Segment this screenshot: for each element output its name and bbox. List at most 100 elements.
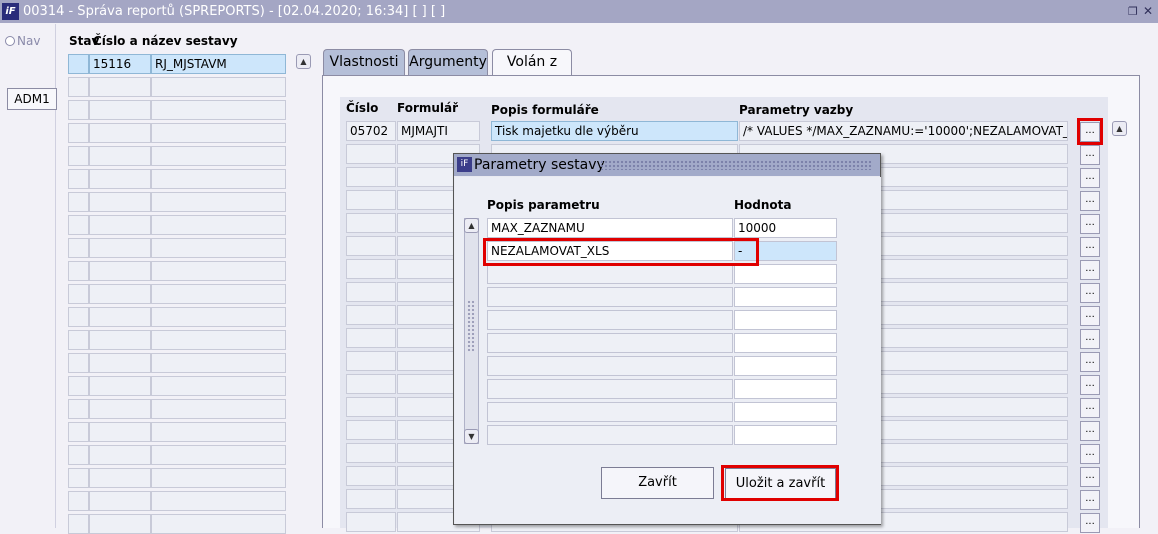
dots-button[interactable]: ...: [1080, 467, 1100, 487]
form-cislo-cell[interactable]: [346, 466, 396, 486]
dots-button[interactable]: ...: [1080, 444, 1100, 464]
form-cislo-cell[interactable]: [346, 443, 396, 463]
parameter-value-cell[interactable]: [734, 287, 837, 307]
report-stav-cell[interactable]: [68, 146, 89, 166]
report-nazev-cell[interactable]: [151, 514, 286, 534]
report-nazev-cell[interactable]: [151, 261, 286, 281]
report-stav-cell[interactable]: [68, 445, 89, 465]
report-nazev-cell[interactable]: [151, 376, 286, 396]
parameter-name-cell[interactable]: MAX_ZAZNAMU: [487, 218, 733, 238]
report-stav-cell[interactable]: [68, 422, 89, 442]
form-cislo-cell[interactable]: [346, 374, 396, 394]
report-stav-cell[interactable]: [68, 307, 89, 327]
tab-volan-z[interactable]: Volán z: [492, 49, 572, 76]
report-stav-cell[interactable]: [68, 376, 89, 396]
report-nazev-cell[interactable]: [151, 215, 286, 235]
report-nazev-cell[interactable]: RJ_MJSTAVM: [151, 54, 286, 74]
dots-button[interactable]: ...: [1080, 398, 1100, 418]
adm1-button[interactable]: ADM1: [7, 88, 57, 110]
report-stav-cell[interactable]: [68, 77, 89, 97]
dots-button[interactable]: ...: [1080, 145, 1100, 165]
parameter-name-cell[interactable]: [487, 264, 733, 284]
parameter-value-cell[interactable]: [734, 379, 837, 399]
report-stav-cell[interactable]: [68, 468, 89, 488]
report-stav-cell[interactable]: [68, 330, 89, 350]
dots-button[interactable]: ...: [1080, 375, 1100, 395]
report-cislo-cell[interactable]: [89, 192, 151, 212]
report-cislo-cell[interactable]: [89, 376, 151, 396]
dots-button[interactable]: ...: [1080, 329, 1100, 349]
report-stav-cell[interactable]: [68, 261, 89, 281]
report-stav-cell[interactable]: [68, 192, 89, 212]
report-cislo-cell[interactable]: [89, 445, 151, 465]
form-cislo-cell[interactable]: [346, 489, 396, 509]
report-cislo-cell[interactable]: [89, 284, 151, 304]
parameter-name-cell[interactable]: [487, 425, 733, 445]
dots-button[interactable]: ...: [1080, 214, 1100, 234]
dots-button[interactable]: ...: [1080, 168, 1100, 188]
form-cislo-cell[interactable]: [346, 351, 396, 371]
report-cislo-cell[interactable]: [89, 215, 151, 235]
report-stav-cell[interactable]: [68, 353, 89, 373]
parameter-value-cell[interactable]: [734, 264, 837, 284]
close-button[interactable]: Zavřít: [601, 467, 714, 499]
report-stav-cell[interactable]: [68, 491, 89, 511]
scroll-up-icon[interactable]: ▲: [296, 54, 311, 69]
report-nazev-cell[interactable]: [151, 307, 286, 327]
form-popis-cell[interactable]: Tisk majetku dle výběru: [491, 121, 738, 141]
report-nazev-cell[interactable]: [151, 123, 286, 143]
report-stav-cell[interactable]: [68, 399, 89, 419]
report-cislo-cell[interactable]: [89, 123, 151, 143]
form-cislo-cell[interactable]: [346, 236, 396, 256]
report-cislo-cell[interactable]: [89, 77, 151, 97]
report-cislo-cell[interactable]: [89, 238, 151, 258]
form-cislo-cell[interactable]: [346, 167, 396, 187]
dialog-scroll-up-icon[interactable]: ▲: [464, 218, 479, 233]
form-formular-cell[interactable]: MJMAJTI: [397, 121, 480, 141]
dots-button[interactable]: ...: [1080, 237, 1100, 257]
form-cislo-cell[interactable]: [346, 259, 396, 279]
form-cislo-cell[interactable]: [346, 420, 396, 440]
form-cislo-cell[interactable]: [346, 305, 396, 325]
form-cislo-cell[interactable]: [346, 282, 396, 302]
report-nazev-cell[interactable]: [151, 330, 286, 350]
tab-vlastnosti[interactable]: Vlastnosti: [323, 49, 405, 75]
form-cislo-cell[interactable]: [346, 190, 396, 210]
report-cislo-cell[interactable]: [89, 261, 151, 281]
form-cislo-cell[interactable]: [346, 397, 396, 417]
parameter-name-cell[interactable]: [487, 310, 733, 330]
parameter-name-cell[interactable]: [487, 402, 733, 422]
form-cislo-cell[interactable]: 05702: [346, 121, 396, 141]
form-cislo-cell[interactable]: [346, 328, 396, 348]
dots-button[interactable]: ...: [1080, 283, 1100, 303]
parameter-name-cell[interactable]: [487, 356, 733, 376]
dots-button[interactable]: ...: [1080, 260, 1100, 280]
report-cislo-cell[interactable]: [89, 514, 151, 534]
report-cislo-cell[interactable]: [89, 307, 151, 327]
report-cislo-cell[interactable]: 15116: [89, 54, 151, 74]
forms-scroll-up-icon[interactable]: ▲: [1112, 121, 1127, 136]
report-cislo-cell[interactable]: [89, 330, 151, 350]
report-cislo-cell[interactable]: [89, 422, 151, 442]
report-stav-cell[interactable]: [68, 215, 89, 235]
report-cislo-cell[interactable]: [89, 100, 151, 120]
report-nazev-cell[interactable]: [151, 445, 286, 465]
parameter-value-cell[interactable]: [734, 402, 837, 422]
parameter-value-cell[interactable]: [734, 333, 837, 353]
dots-button[interactable]: ...: [1080, 513, 1100, 533]
report-stav-cell[interactable]: [68, 284, 89, 304]
report-nazev-cell[interactable]: [151, 422, 286, 442]
report-nazev-cell[interactable]: [151, 353, 286, 373]
report-cislo-cell[interactable]: [89, 399, 151, 419]
parameter-value-cell[interactable]: [734, 425, 837, 445]
report-cislo-cell[interactable]: [89, 353, 151, 373]
report-stav-cell[interactable]: [68, 238, 89, 258]
nav-radio[interactable]: Nav: [5, 34, 40, 48]
report-cislo-cell[interactable]: [89, 146, 151, 166]
report-nazev-cell[interactable]: [151, 77, 286, 97]
report-nazev-cell[interactable]: [151, 491, 286, 511]
tab-argumenty[interactable]: Argumenty: [408, 49, 488, 75]
parameter-value-cell[interactable]: 10000: [734, 218, 837, 238]
report-cislo-cell[interactable]: [89, 169, 151, 189]
form-cislo-cell[interactable]: [346, 512, 396, 532]
